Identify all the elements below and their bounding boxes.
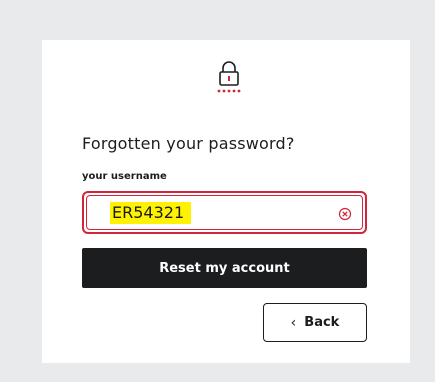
username-field[interactable]: ER54321 [82,191,367,234]
username-value: ER54321 [110,202,192,224]
reset-account-button[interactable]: Reset my account [82,248,367,288]
back-label: Back [304,315,340,330]
page-title: Forgotten your password? [82,134,295,153]
lock-icon [214,58,244,94]
chevron-left-icon: ‹ [290,314,297,331]
username-input[interactable]: ER54321 [86,195,363,230]
username-label: your username [82,171,167,182]
forgot-password-card: Forgotten your password? your username E… [42,40,410,363]
clear-icon[interactable] [338,206,352,221]
back-button[interactable]: ‹ Back [263,303,367,342]
